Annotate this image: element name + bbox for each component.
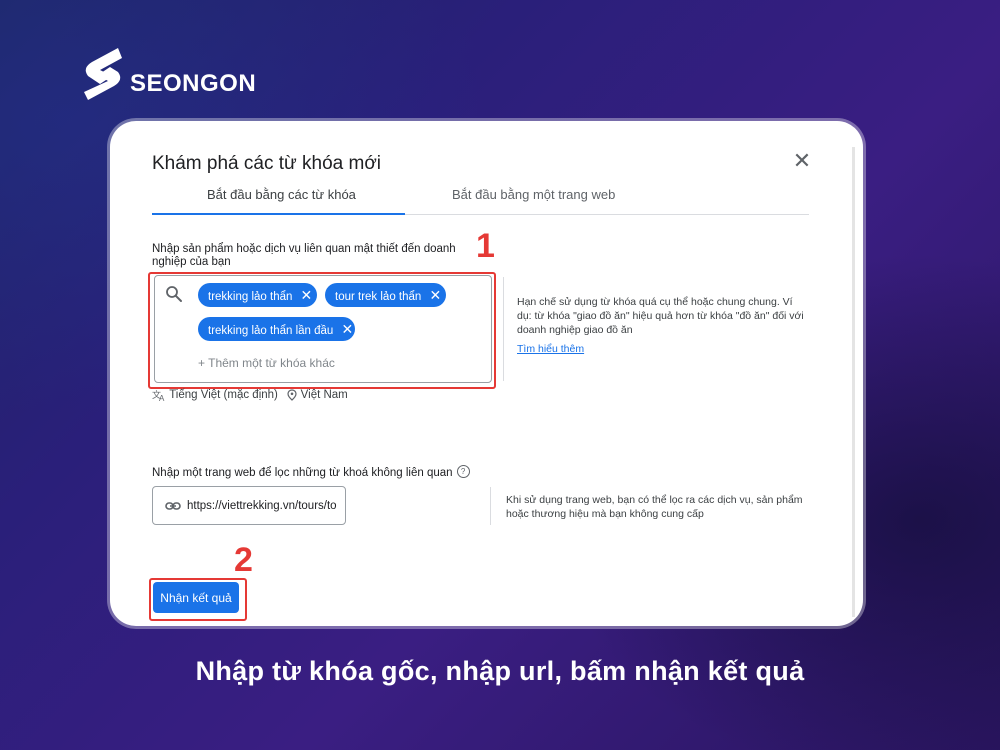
keyword-field-label: Nhập sản phẩm hoặc dịch vụ liên quan mật… [152,243,456,268]
brand-name: SEONGON [130,70,257,97]
tab-start-with-website[interactable]: Bắt đầu bằng một trang web [452,187,615,202]
url-field-label: Nhập một trang web để lọc những từ khoá … [152,465,470,479]
location-label[interactable]: Việt Nam [301,389,348,401]
language-location-row: 文 A Tiếng Việt (mặc định) Việt Nam [152,389,348,401]
add-keyword-input[interactable]: + Thêm một từ khóa khác [198,356,335,370]
url-input-box[interactable] [152,486,346,525]
keyword-chip[interactable]: trekking lảo thẩn ✕ [198,283,317,307]
close-icon[interactable]: ✕ [790,149,814,173]
tab-start-with-keywords[interactable]: Bắt đầu bằng các từ khóa [207,187,356,202]
brand-logo: SEONGON [78,44,258,104]
remove-chip-icon[interactable]: ✕ [337,317,357,341]
remove-chip-icon[interactable]: ✕ [425,283,445,307]
url-field-label-text: Nhập một trang web để lọc những từ khoá … [152,467,453,479]
language-label[interactable]: Tiếng Việt (mặc định) [169,389,278,401]
keyword-chip-label: trekking lảo thẩn [208,291,293,303]
step-2-marker: 2 [234,541,253,579]
url-hint-text: Khi sử dụng trang web, bạn có thể lọc ra… [506,494,803,520]
seongon-logo-icon [84,48,122,100]
tab-active-indicator [152,213,405,215]
keyword-chip[interactable]: tour trek lảo thẩn ✕ [325,283,446,307]
keyword-chip-label: trekking lảo thẩn lần đầu [208,325,334,337]
svg-text:A: A [159,394,165,401]
get-results-button[interactable]: Nhận kết quả [153,582,239,613]
keyword-chip[interactable]: trekking lảo thẩn lần đầu ✕ [198,317,355,341]
dialog-title: Khám phá các từ khóa mới [152,153,382,174]
link-icon [165,502,181,510]
learn-more-link[interactable]: Tìm hiểu thêm [517,343,584,355]
url-input[interactable] [187,487,343,524]
scrollbar-track[interactable] [852,147,855,617]
keyword-chip-label: tour trek lảo thẩn [335,291,422,303]
keyword-hint-text: Hạn chế sử dụng từ khóa quá cụ thể hoặc … [517,296,804,336]
hint-divider [490,487,491,525]
caption-text: Nhập từ khóa gốc, nhập url, bấm nhận kết… [195,656,805,686]
search-icon [166,286,182,302]
translate-icon[interactable]: 文 A [152,389,166,401]
location-pin-icon[interactable] [287,389,298,401]
keyword-planner-dialog: Khám phá các từ khóa mới ✕ Bắt đầu bằng … [110,121,863,626]
hint-divider [503,277,504,381]
remove-chip-icon[interactable]: ✕ [296,283,316,307]
step-1-marker: 1 [476,227,495,265]
help-icon[interactable]: ? [456,465,470,478]
